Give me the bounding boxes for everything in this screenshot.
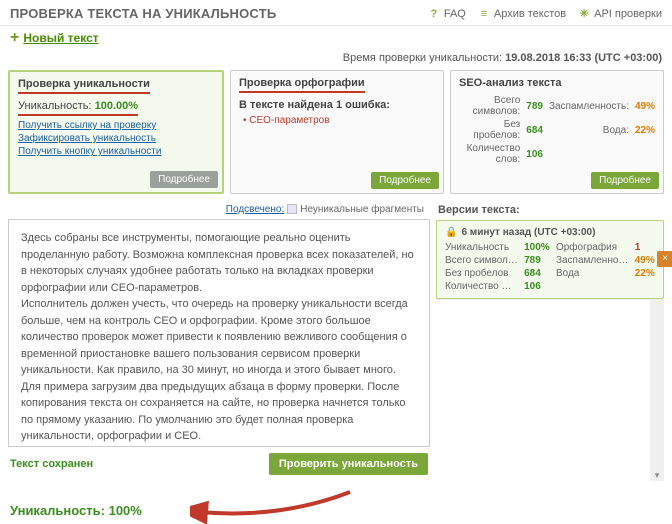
versions-title: Версии текста: xyxy=(436,200,664,220)
version-stats: Уникальность100%Орфография1 Всего символ… xyxy=(445,242,655,292)
spelling-error-count: В тексте найдена 1 ошибка: xyxy=(239,99,435,111)
check-uniqueness-button[interactable]: Проверить уникальность xyxy=(269,453,428,475)
archive-icon: ≡ xyxy=(478,8,490,20)
uniqueness-card[interactable]: Проверка уникальности Уникальность: 100.… xyxy=(8,70,224,194)
version-item[interactable]: 🔒6 минут назад (UTC +03:00) Уникальность… xyxy=(436,220,664,299)
versions-column: Версии текста: 🔒6 минут назад (UTC +03:0… xyxy=(436,200,664,481)
spelling-error-item: • СЕО-параметров xyxy=(243,115,435,126)
swatch-icon xyxy=(287,204,297,214)
gear-icon: ✳ xyxy=(578,8,590,20)
arrow-icon xyxy=(190,484,360,524)
seo-stats: Всего символов:789Заспамленность:49% Без… xyxy=(459,95,655,165)
lock-icon: 🔒 xyxy=(445,227,457,238)
close-icon[interactable]: × xyxy=(657,251,672,267)
uniqueness-more-button[interactable]: Подробнее xyxy=(150,171,218,188)
get-button-link[interactable]: Получить кнопку уникальности xyxy=(18,146,214,157)
fix-uniqueness-link[interactable]: Зафиксировать уникальность xyxy=(18,133,214,144)
plus-icon: + xyxy=(10,30,19,46)
spelling-more-button[interactable]: Подробнее xyxy=(371,172,439,189)
get-link[interactable]: Получить ссылку на проверку xyxy=(18,120,214,131)
highlight-legend: Подсвечено:Неуникальные фрагменты xyxy=(8,200,430,219)
spelling-title: Проверка орфографии xyxy=(239,77,365,93)
api-link[interactable]: ✳API проверки xyxy=(578,8,662,20)
main-row: Подсвечено:Неуникальные фрагменты Здесь … xyxy=(0,194,672,481)
spelling-card[interactable]: Проверка орфографии В тексте найдена 1 о… xyxy=(230,70,444,194)
versions-scroll-area: ▾ xyxy=(436,299,664,481)
help-icon: ? xyxy=(428,8,440,20)
page-header: ПРОВЕРКА ТЕКСТА НА УНИКАЛЬНОСТЬ ?FAQ ≡Ар… xyxy=(0,0,672,26)
new-text-link[interactable]: Новый текст xyxy=(23,31,98,45)
text-content[interactable]: Здесь собраны все инструменты, помогающи… xyxy=(8,219,430,447)
below-text-bar: Текст сохранен Проверить уникальность xyxy=(8,447,430,481)
seo-more-button[interactable]: Подробнее xyxy=(591,172,659,189)
saved-label: Текст сохранен xyxy=(10,458,93,470)
archive-link[interactable]: ≡Архив текстов xyxy=(478,8,566,20)
page-title: ПРОВЕРКА ТЕКСТА НА УНИКАЛЬНОСТЬ xyxy=(10,6,276,21)
time-bar: Время проверки уникальности: 19.08.2018 … xyxy=(0,52,672,70)
seo-card[interactable]: SEO-анализ текста Всего символов:789Засп… xyxy=(450,70,664,194)
new-text-row: + Новый текст xyxy=(0,26,672,52)
faq-link[interactable]: ?FAQ xyxy=(428,8,466,20)
uniqueness-links: Получить ссылку на проверку Зафиксироват… xyxy=(18,120,214,157)
header-links: ?FAQ ≡Архив текстов ✳API проверки xyxy=(428,8,662,20)
scroll-down-icon[interactable]: ▾ xyxy=(655,470,660,481)
seo-title: SEO-анализ текста xyxy=(459,77,655,89)
scrollbar[interactable]: ▾ xyxy=(650,300,664,481)
left-column: Подсвечено:Неуникальные фрагменты Здесь … xyxy=(8,200,430,481)
uniqueness-title: Проверка уникальности xyxy=(18,78,150,94)
tabs-row: Проверка уникальности Уникальность: 100.… xyxy=(0,70,672,194)
